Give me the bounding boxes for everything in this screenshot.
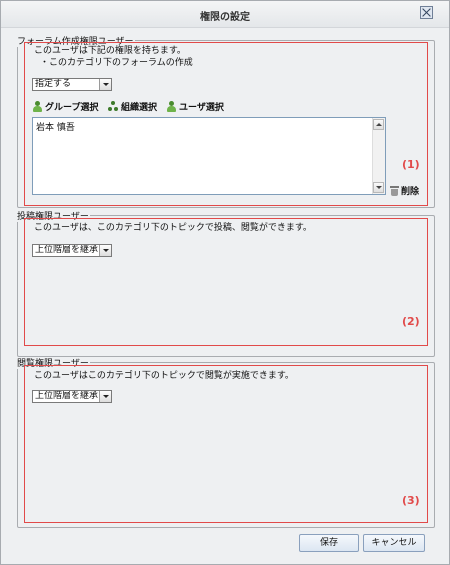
org-select-button[interactable]: 組織選択 — [108, 100, 157, 113]
organization-icon — [108, 101, 119, 112]
forum-create-desc-line2: ・このカテゴリ下のフォーラムの作成 — [40, 58, 193, 68]
section3-highlight — [24, 365, 428, 523]
user-select-button[interactable]: ユーザ選択 — [166, 100, 224, 113]
forum-create-select[interactable]: 指定する — [32, 78, 112, 91]
org-select-label: 組織選択 — [121, 103, 158, 113]
user-select-label: ユーザ選択 — [179, 103, 224, 113]
view-permission-desc: このユーザはこのカテゴリ下のトピックで閲覧が実施できます。 — [34, 371, 294, 381]
chevron-down-icon — [99, 245, 111, 256]
view-permission-select[interactable]: 上位階層を継承 — [32, 390, 112, 403]
scroll-up-icon[interactable] — [373, 119, 384, 130]
view-permission-select-value: 上位階層を継承 — [35, 391, 99, 401]
title-bar: 権限の設定 — [1, 1, 449, 28]
section3-marker: (3) — [402, 494, 420, 507]
selected-users-list[interactable]: 岩本 慎吾 — [32, 117, 386, 195]
permission-dialog: 権限の設定 フォーラム作成権限ユーザー このユーザは下記の権限を持ちます。 ・こ… — [0, 0, 450, 565]
user-icon — [166, 101, 177, 112]
delete-label: 削除 — [401, 187, 420, 197]
post-permission-desc: このユーザは、このカテゴリ下のトピックで投稿、閲覧ができます。 — [34, 223, 312, 233]
scroll-down-icon[interactable] — [373, 182, 384, 193]
trash-icon — [390, 185, 399, 196]
post-permission-select-value: 上位階層を継承 — [35, 245, 99, 255]
section2-highlight — [24, 218, 428, 346]
delete-button[interactable]: 削除 — [390, 184, 419, 197]
dialog-title: 権限の設定 — [200, 12, 250, 23]
list-item[interactable]: 岩本 慎吾 — [36, 120, 382, 133]
group-select-label: グループ選択 — [45, 103, 99, 113]
group-icon — [32, 101, 43, 112]
forum-create-select-value: 指定する — [35, 79, 72, 89]
group-select-button[interactable]: グループ選択 — [32, 100, 98, 113]
chevron-down-icon — [99, 391, 111, 402]
close-icon[interactable] — [420, 6, 433, 19]
section1-marker: (1) — [402, 158, 420, 171]
post-permission-select[interactable]: 上位階層を継承 — [32, 244, 112, 257]
chevron-down-icon — [99, 79, 111, 90]
list-scrollbar[interactable] — [372, 118, 385, 194]
section2-marker: (2) — [402, 315, 420, 328]
cancel-button[interactable]: キャンセル — [363, 534, 425, 552]
save-button[interactable]: 保存 — [299, 534, 359, 552]
